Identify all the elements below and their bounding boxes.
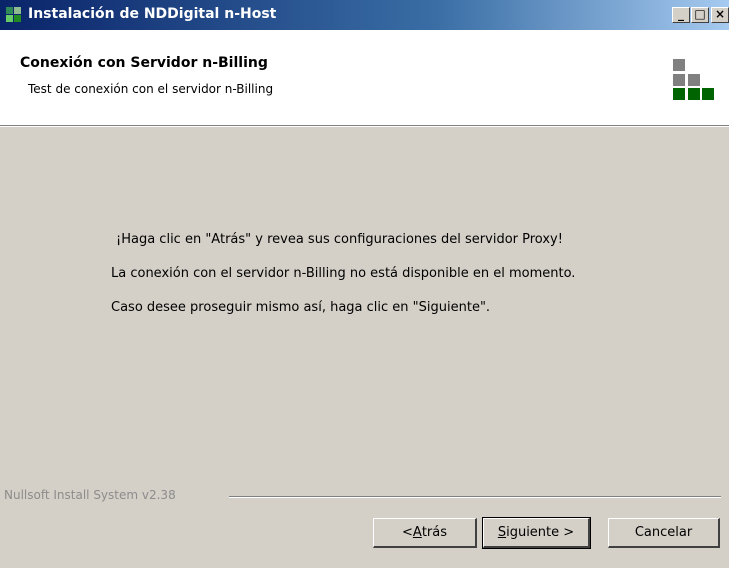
next-button-label: iguiente > <box>506 525 575 540</box>
next-button[interactable]: Siguiente > <box>482 517 591 549</box>
back-button[interactable]: < Atrás <box>373 518 477 548</box>
maximize-button[interactable]: □ <box>691 7 709 23</box>
page-subtitle: Test de conexión con el servidor n-Billi… <box>28 82 274 96</box>
window-title: Instalación de NDDigital n-Host <box>28 6 277 22</box>
header-separator <box>0 125 729 127</box>
back-button-prefix: < <box>402 525 413 540</box>
page-header: Conexión con Servidor n-Billing Test de … <box>0 30 729 125</box>
footer-separator <box>229 496 721 498</box>
back-button-accel: A <box>412 525 422 540</box>
page-title: Conexión con Servidor n-Billing <box>20 55 268 71</box>
minimize-button[interactable]: _ <box>672 7 690 23</box>
message-line-1: ¡Haga clic en "Atrás" y revea sus config… <box>116 232 563 247</box>
nsis-branding: Nullsoft Install System v2.38 <box>4 488 176 502</box>
title-bar[interactable]: Instalación de NDDigital n-Host _ □ × <box>0 0 729 30</box>
installer-icon <box>6 7 22 23</box>
back-button-label: trás <box>421 525 447 540</box>
message-line-2: La conexión con el servidor n-Billing no… <box>111 266 576 281</box>
message-line-3: Caso desee proseguir mismo así, haga cli… <box>111 300 491 315</box>
installer-logo-icon <box>673 59 715 101</box>
cancel-button[interactable]: Cancelar <box>608 518 720 548</box>
close-button[interactable]: × <box>711 7 729 23</box>
next-button-accel: S <box>497 525 507 540</box>
